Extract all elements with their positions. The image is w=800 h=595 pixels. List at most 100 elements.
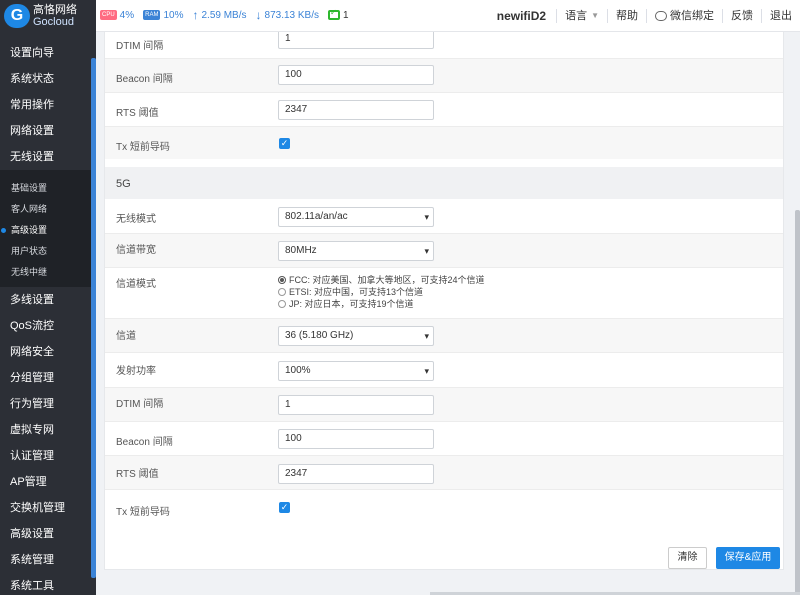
- top-bar: G 高恪网络 Gocloud CPU 4% RAM 10% ↑ 2.59 MB/…: [0, 0, 800, 32]
- sidebar-item-groups[interactable]: 分组管理: [0, 365, 96, 391]
- dtim-label: DTIM 间隔: [116, 41, 164, 52]
- bandwidth-select[interactable]: 80MHz: [278, 241, 434, 261]
- ram-icon: RAM: [143, 10, 161, 20]
- devices-stat[interactable]: 1: [328, 8, 349, 21]
- submenu-item-repeater[interactable]: 无线中继: [0, 262, 96, 283]
- beacon-row-24g: Beacon 间隔 100: [105, 59, 783, 93]
- channel-mode-row-5g: 信道模式 FCC: 对应美国、加拿大等地区，可支持24个信道 ETSI: 对应中…: [105, 268, 783, 319]
- submenu-item-basic[interactable]: 基础设置: [0, 178, 96, 199]
- language-label: 语言: [565, 10, 588, 22]
- tx-preamble-label: Tx 短前导码: [116, 142, 170, 153]
- wechat-bind-label: 微信绑定: [670, 10, 714, 22]
- clear-button[interactable]: 清除: [668, 547, 707, 569]
- wechat-icon: w: [655, 11, 667, 21]
- sidebar-item-system[interactable]: 系统管理: [0, 547, 96, 573]
- tx-power-label: 发射功率: [116, 366, 156, 377]
- sidebar-item-vpn[interactable]: 虚拟专网: [0, 417, 96, 443]
- ram-stat: RAM 10%: [143, 10, 183, 21]
- sidebar-item-qos[interactable]: QoS流控: [0, 313, 96, 339]
- channel-mode-radio-group: FCC: 对应美国、加拿大等地区，可支持24个信道 ETSI: 对应中国，可支持…: [278, 274, 485, 310]
- status-stats: CPU 4% RAM 10% ↑ 2.59 MB/s ↓ 873.13 KB/s…: [100, 8, 358, 22]
- upload-speed: 2.59 MB/s: [201, 9, 247, 21]
- sidebar-item-network-settings[interactable]: 网络设置: [0, 118, 96, 144]
- device-count: 1: [343, 9, 349, 21]
- tx-preamble-row-5g: Tx 短前导码 ✓: [105, 490, 783, 532]
- save-apply-button[interactable]: 保存&应用: [716, 547, 780, 569]
- tx-preamble-row-24g: Tx 短前导码 ✓: [105, 127, 783, 159]
- dtim-row-24g: DTIM 间隔 1: [105, 32, 783, 59]
- beacon-input-5g[interactable]: 100: [278, 429, 434, 449]
- submenu-item-advanced[interactable]: 高级设置: [0, 220, 96, 241]
- section-5g-title: 5G: [116, 178, 131, 190]
- dtim-input-5g[interactable]: 1: [278, 395, 434, 415]
- bandwidth-label: 信道带宽: [116, 245, 156, 256]
- sidebar-item-ap[interactable]: AP管理: [0, 469, 96, 495]
- beacon-input[interactable]: 100: [278, 65, 434, 85]
- wechat-bind-link[interactable]: w 微信绑定: [646, 9, 722, 23]
- beacon-label: Beacon 间隔: [116, 437, 173, 448]
- wireless-mode-label: 无线模式: [116, 214, 156, 225]
- sidebar-item-security[interactable]: 网络安全: [0, 339, 96, 365]
- beacon-label: Beacon 间隔: [116, 74, 173, 85]
- beacon-row-5g: Beacon 间隔 100: [105, 422, 783, 456]
- cpu-stat: CPU 4%: [100, 10, 134, 21]
- channel-mode-option-jp[interactable]: JP: 对应日本，可支持19个信道: [278, 298, 485, 310]
- radio-selected-icon: [278, 276, 286, 284]
- submenu-item-user-status[interactable]: 用户状态: [0, 241, 96, 262]
- wireless-mode-select[interactable]: 802.11a/an/ac: [278, 207, 434, 227]
- sidebar-item-setup-wizard[interactable]: 设置向导: [0, 40, 96, 66]
- language-menu[interactable]: 语言 ▼: [556, 9, 607, 23]
- mode-row-5g: 无线模式 802.11a/an/ac: [105, 199, 783, 234]
- channel-mode-label: 信道模式: [116, 279, 156, 290]
- tx-preamble-checkbox-5g[interactable]: ✓: [279, 502, 290, 513]
- logo-text-cn: 高恪网络: [33, 4, 77, 16]
- power-row-5g: 发射功率 100%: [105, 353, 783, 388]
- advanced-wireless-panel: DTIM 间隔 1 Beacon 间隔 100 RTS 阈值 2347 Tx 短…: [104, 32, 784, 570]
- radio-icon: [278, 300, 286, 308]
- sidebar-item-behavior[interactable]: 行为管理: [0, 391, 96, 417]
- feedback-link[interactable]: 反馈: [722, 9, 761, 23]
- top-right-menu: newifiD2 语言 ▼ 帮助 w 微信绑定 反馈 退出: [489, 0, 800, 32]
- tx-preamble-checkbox[interactable]: ✓: [279, 138, 290, 149]
- upload-arrow-icon: ↑: [192, 8, 199, 22]
- sidebar-item-advanced[interactable]: 高级设置: [0, 521, 96, 547]
- sidebar-item-common-ops[interactable]: 常用操作: [0, 92, 96, 118]
- channel-row-5g: 信道 36 (5.180 GHz): [105, 319, 783, 353]
- sidebar-item-wireless-settings[interactable]: 无线设置: [0, 144, 96, 170]
- rts-input-5g[interactable]: 2347: [278, 464, 434, 484]
- tx-preamble-label: Tx 短前导码: [116, 507, 170, 518]
- sidebar-item-auth[interactable]: 认证管理: [0, 443, 96, 469]
- logout-link[interactable]: 退出: [761, 9, 800, 23]
- sidebar-item-tools[interactable]: 系统工具: [0, 573, 96, 595]
- radio-icon: [278, 288, 286, 296]
- main-content: DTIM 间隔 1 Beacon 间隔 100 RTS 阈值 2347 Tx 短…: [96, 32, 800, 595]
- sidebar: 设置向导 系统状态 常用操作 网络设置 无线设置 基础设置 客人网络 高级设置 …: [0, 32, 96, 595]
- sidebar-item-multiwan[interactable]: 多线设置: [0, 287, 96, 313]
- chevron-down-icon: ▼: [591, 11, 599, 20]
- section-5g-header: 5G: [105, 167, 783, 199]
- rts-row-24g: RTS 阈值 2347: [105, 93, 783, 127]
- device-online-icon: [328, 8, 340, 20]
- rts-label: RTS 阈值: [116, 469, 159, 480]
- rts-input[interactable]: 2347: [278, 100, 434, 120]
- tx-power-select[interactable]: 100%: [278, 361, 434, 381]
- wireless-submenu: 基础设置 客人网络 高级设置 用户状态 无线中继: [0, 170, 96, 287]
- page-scrollbar[interactable]: [795, 210, 800, 594]
- channel-select[interactable]: 36 (5.180 GHz): [278, 326, 434, 346]
- dtim-label: DTIM 间隔: [116, 399, 164, 410]
- sidebar-item-system-status[interactable]: 系统状态: [0, 66, 96, 92]
- channel-mode-option-fcc[interactable]: FCC: 对应美国、加拿大等地区，可支持24个信道: [278, 274, 485, 286]
- download-stat: ↓ 873.13 KB/s: [256, 8, 319, 22]
- help-link[interactable]: 帮助: [607, 9, 646, 23]
- rts-label: RTS 阈值: [116, 108, 159, 119]
- channel-mode-option-etsi[interactable]: ETSI: 对应中国，可支持13个信道: [278, 286, 485, 298]
- sidebar-item-switch[interactable]: 交换机管理: [0, 495, 96, 521]
- submenu-item-guest[interactable]: 客人网络: [0, 199, 96, 220]
- logo-text-en: Gocloud: [33, 16, 74, 28]
- ram-usage: 10%: [163, 9, 184, 21]
- logo[interactable]: G 高恪网络 Gocloud: [0, 0, 96, 32]
- dtim-input[interactable]: 1: [278, 32, 434, 49]
- cpu-icon: CPU: [100, 10, 117, 20]
- channel-label: 信道: [116, 331, 136, 342]
- upload-stat: ↑ 2.59 MB/s: [192, 8, 246, 22]
